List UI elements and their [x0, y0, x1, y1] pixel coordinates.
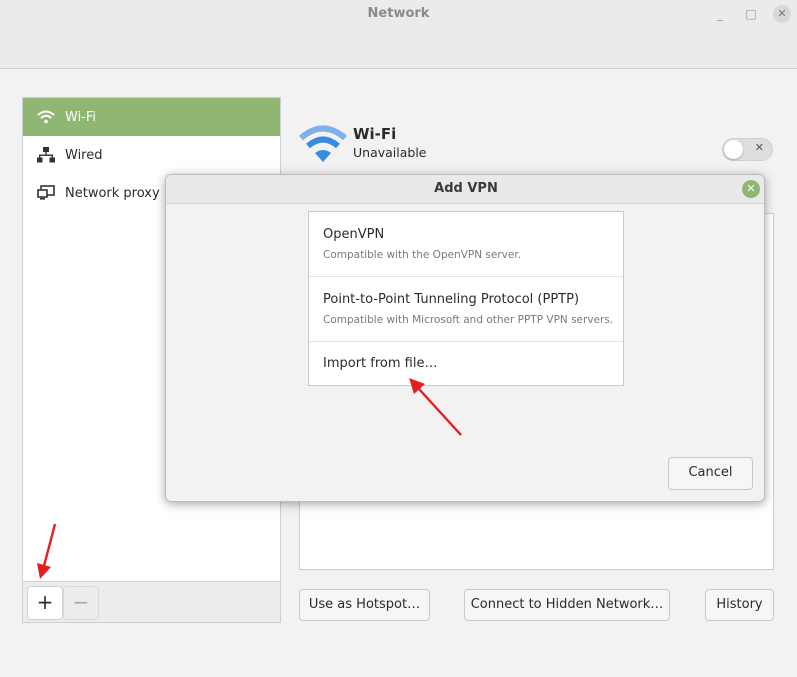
vpn-option-import-file[interactable]: Import from file…: [309, 342, 623, 385]
window-title: Network: [367, 6, 430, 21]
vpn-option-name: Point-to-Point Tunneling Protocol (PPTP): [323, 292, 580, 307]
wifi-status: Unavailable: [353, 145, 427, 160]
wifi-large-icon: [299, 121, 347, 169]
dialog-header: Add VPN ✕: [166, 175, 764, 204]
vpn-option-name: OpenVPN: [323, 227, 385, 242]
sidebar-item-label: Network proxy: [65, 185, 160, 201]
dialog-close-button[interactable]: ✕: [742, 180, 760, 198]
connect-hidden-network-button[interactable]: Connect to Hidden Network…: [464, 589, 670, 621]
sidebar-item-label: Wired: [65, 147, 103, 163]
add-connection-button[interactable]: +: [27, 586, 63, 620]
toggle-off-icon: ✕: [754, 141, 764, 154]
close-window-button[interactable]: ✕: [773, 5, 791, 23]
use-as-hotspot-button[interactable]: Use as Hotspot…: [299, 589, 430, 621]
add-vpn-dialog: Add VPN ✕ OpenVPN Compatible with the Op…: [165, 174, 765, 502]
vpn-option-name: Import from file…: [323, 356, 438, 371]
dialog-title: Add VPN: [434, 181, 498, 196]
sidebar-item-label: Wi-Fi: [65, 109, 97, 125]
window-titlebar: Network _ □ ✕: [0, 0, 797, 69]
sidebar-toolbar: + −: [22, 581, 281, 623]
vpn-option-description: Compatible with Microsoft and other PPTP…: [323, 314, 614, 326]
remove-connection-button[interactable]: −: [63, 586, 99, 620]
minimize-button[interactable]: _: [712, 5, 728, 23]
wifi-title: Wi-Fi: [353, 125, 397, 143]
cancel-button[interactable]: Cancel: [668, 457, 753, 490]
vpn-option-list: OpenVPN Compatible with the OpenVPN serv…: [308, 211, 624, 386]
history-button[interactable]: History: [705, 589, 774, 621]
sidebar-item-wifi[interactable]: Wi-Fi: [23, 98, 280, 136]
vpn-option-pptp[interactable]: Point-to-Point Tunneling Protocol (PPTP)…: [309, 277, 623, 342]
maximize-button[interactable]: □: [743, 5, 759, 23]
wired-network-icon: [36, 145, 56, 165]
vpn-option-description: Compatible with the OpenVPN server.: [323, 249, 522, 261]
wifi-toggle[interactable]: ✕: [722, 138, 773, 161]
sidebar-item-wired[interactable]: Wired: [23, 136, 280, 174]
network-proxy-icon: [36, 183, 56, 203]
wifi-icon: [36, 107, 56, 127]
toggle-knob: [724, 140, 743, 159]
vpn-option-openvpn[interactable]: OpenVPN Compatible with the OpenVPN serv…: [309, 212, 623, 277]
